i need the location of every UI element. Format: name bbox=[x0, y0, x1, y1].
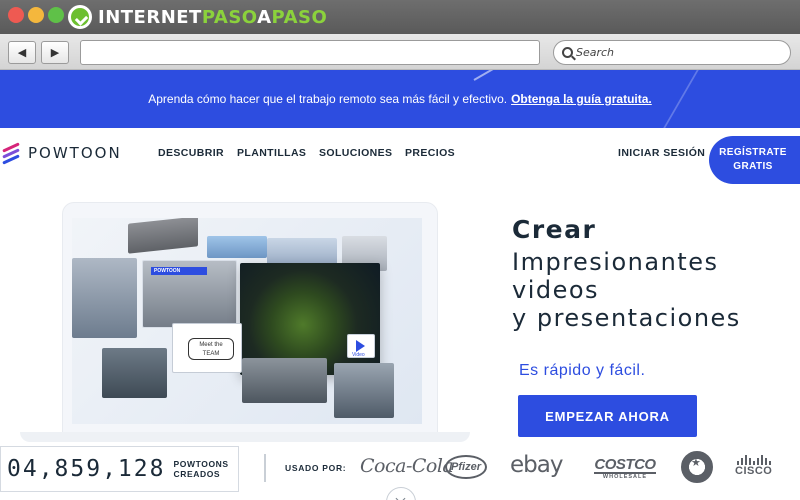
back-button[interactable]: ◀ bbox=[8, 41, 36, 64]
collage-photo bbox=[207, 236, 267, 258]
nav-link-soluciones[interactable]: SOLUCIONES bbox=[319, 147, 392, 159]
cisco-bars-icon bbox=[735, 455, 772, 465]
search-placeholder: Search bbox=[576, 46, 615, 59]
banner-decoration bbox=[473, 70, 527, 81]
meet-the-team-sign: Meet the TEAM bbox=[188, 338, 234, 360]
powtoons-counter: 04,859,128 POWTOONS CREADOS bbox=[0, 446, 239, 492]
window-titlebar: INTERNETPASOAPASO bbox=[0, 0, 800, 34]
forward-button[interactable]: ▶ bbox=[41, 41, 69, 64]
pfizer-logo: Pfizer bbox=[445, 455, 487, 479]
collage-meet-card: Meet the TEAM bbox=[172, 323, 242, 373]
play-icon bbox=[356, 340, 365, 352]
watermark-text: INTERNETPASOAPASO bbox=[98, 6, 328, 28]
hero-subtitle: Es rápido y fácil. bbox=[519, 362, 646, 379]
collage-photo bbox=[334, 363, 394, 418]
back-arrow-icon: ◀ bbox=[17, 47, 27, 59]
banner-guide-link[interactable]: Obtenga la guía gratuita. bbox=[511, 92, 652, 106]
minimize-window-button[interactable] bbox=[28, 7, 44, 23]
costco-logo: COSTCO WHOLESALE bbox=[594, 456, 656, 480]
powtoon-logo[interactable]: POWTOON bbox=[2, 142, 122, 165]
signup-label-line2: GRATIS bbox=[733, 161, 773, 172]
video-badge-label: Video bbox=[352, 352, 365, 358]
nav-link-plantillas[interactable]: PLANTILLAS bbox=[237, 147, 306, 159]
maximize-window-button[interactable] bbox=[48, 7, 64, 23]
starbucks-logo bbox=[681, 451, 713, 483]
site-navigation: POWTOON DESCUBRIR PLANTILLAS SOLUCIONES … bbox=[0, 128, 800, 178]
promo-banner: Aprenda cómo hacer que el trabajo remoto… bbox=[0, 70, 800, 128]
check-circle-icon bbox=[68, 5, 92, 29]
laptop-screen-collage: POWTOON Meet the TEAM Video bbox=[72, 218, 422, 424]
powtoon-mark-icon bbox=[2, 142, 22, 165]
hero-line-1: Impresionantes bbox=[512, 248, 719, 276]
collage-video-card: POWTOON bbox=[142, 260, 237, 328]
hero-line-3: y presentaciones bbox=[512, 304, 741, 332]
cisco-logo: CISCO bbox=[735, 455, 772, 477]
counter-label: POWTOONS CREADOS bbox=[173, 459, 229, 479]
hero-title: Crear bbox=[512, 215, 597, 244]
banner-decoration bbox=[663, 70, 800, 128]
divider bbox=[264, 454, 266, 482]
signup-button[interactable]: REGÍSTRATE GRATIS bbox=[709, 136, 800, 184]
banner-text: Aprenda cómo hacer que el trabajo remoto… bbox=[148, 92, 508, 106]
scroll-down-button[interactable] bbox=[386, 487, 416, 500]
search-icon bbox=[562, 47, 573, 58]
nav-link-precios[interactable]: PRECIOS bbox=[405, 147, 455, 159]
login-link[interactable]: INICIAR SESIÓN bbox=[618, 147, 705, 159]
used-by-label: USADO POR: bbox=[285, 463, 347, 473]
signup-label-line1: REGÍSTRATE bbox=[719, 147, 787, 158]
browser-toolbar: ◀ ▶ Search bbox=[0, 34, 800, 70]
collage-photo bbox=[72, 258, 137, 338]
hero-line-2: videos bbox=[512, 276, 600, 304]
search-input[interactable]: Search bbox=[553, 40, 791, 65]
watermark-logo: INTERNETPASOAPASO bbox=[68, 4, 327, 30]
forward-arrow-icon: ▶ bbox=[50, 47, 60, 59]
start-now-button[interactable]: EMPEZAR AHORA bbox=[518, 395, 697, 437]
address-bar[interactable] bbox=[80, 40, 540, 65]
counter-value: 04,859,128 bbox=[7, 456, 166, 482]
nav-link-descubrir[interactable]: DESCUBRIR bbox=[158, 147, 224, 159]
powtoon-wordmark: POWTOON bbox=[28, 144, 122, 162]
collage-photo bbox=[242, 358, 327, 403]
collage-photo bbox=[102, 348, 167, 398]
close-window-button[interactable] bbox=[8, 7, 24, 23]
collage-photo bbox=[128, 218, 198, 254]
collage-video-badge: Video bbox=[347, 334, 375, 358]
coca-cola-logo: Coca-Cola bbox=[360, 455, 454, 477]
laptop-base bbox=[20, 432, 470, 442]
ebay-logo: ebay bbox=[510, 452, 563, 478]
collage-video-tag: POWTOON bbox=[151, 267, 207, 275]
